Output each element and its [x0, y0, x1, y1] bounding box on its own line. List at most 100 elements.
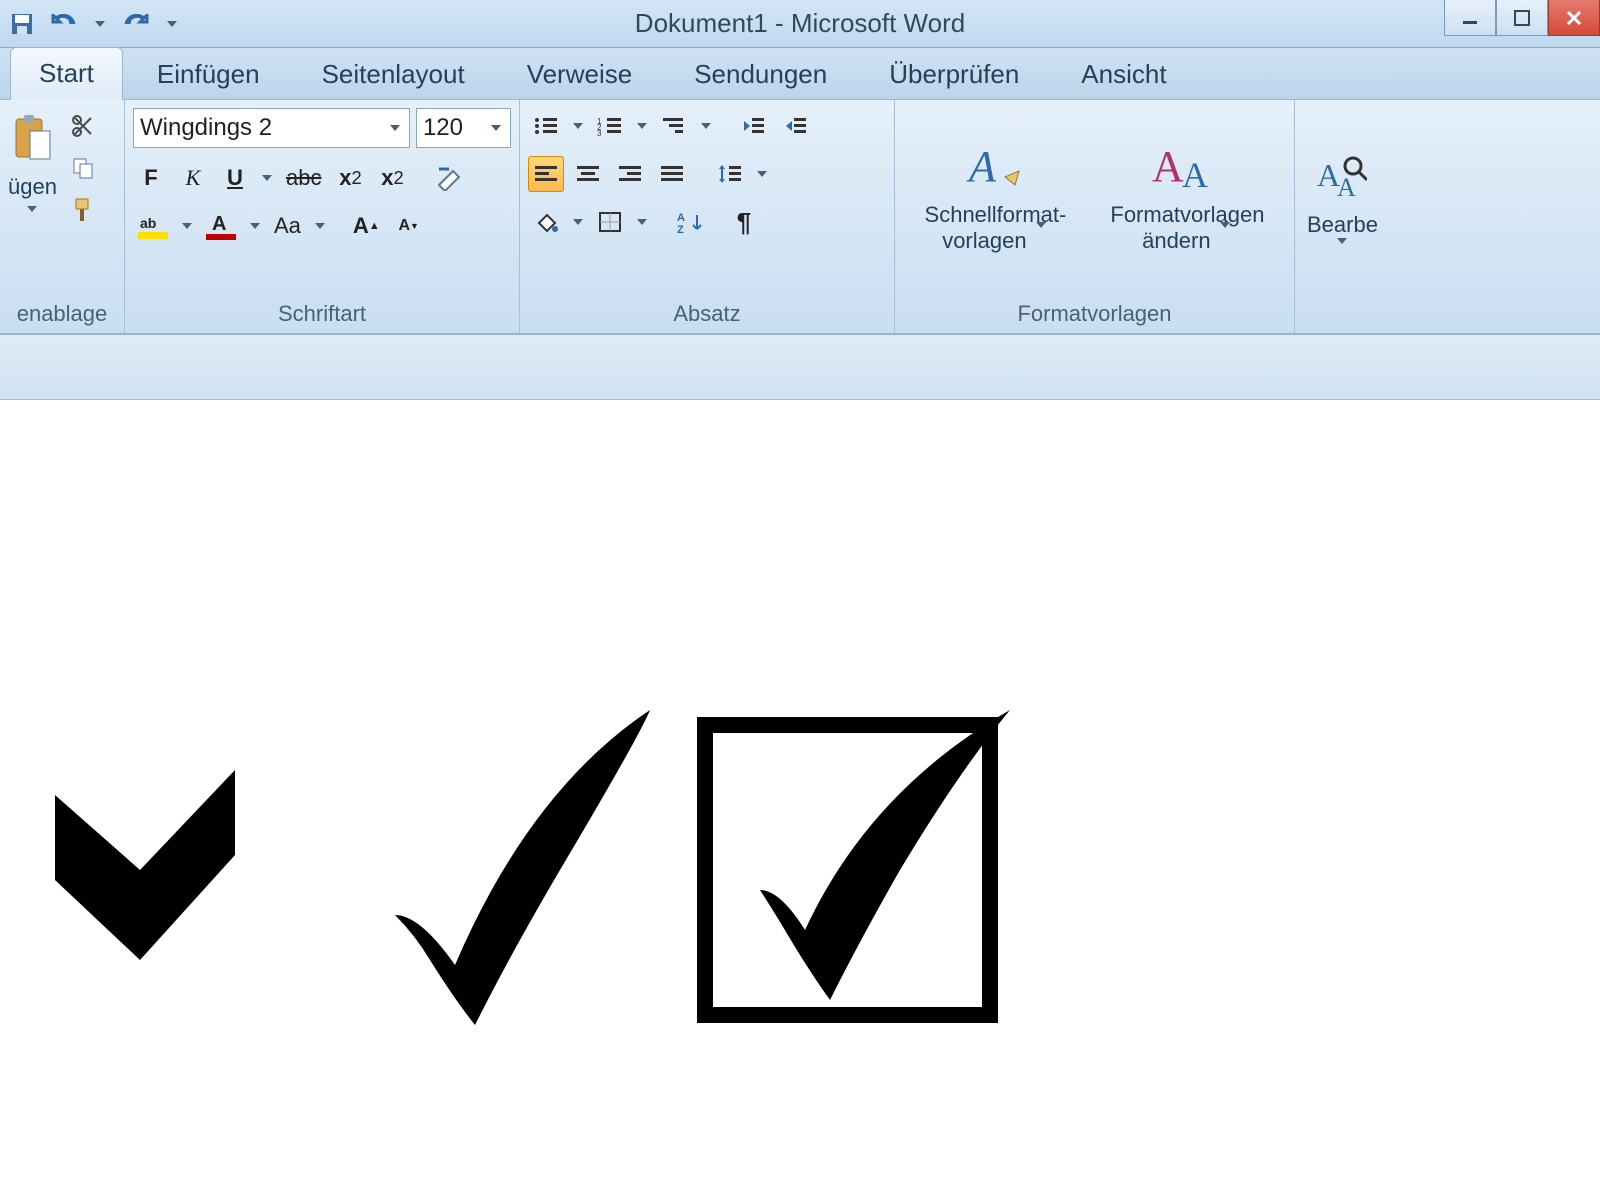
copy-icon — [71, 156, 95, 180]
maximize-icon — [1513, 9, 1531, 27]
change-styles-dropdown[interactable] — [1217, 228, 1233, 254]
minimize-icon — [1461, 9, 1479, 27]
font-size-combo[interactable]: 120 — [416, 108, 511, 148]
font-color-button[interactable]: A — [201, 208, 241, 244]
decrease-indent-button[interactable] — [736, 108, 772, 144]
undo-button[interactable] — [50, 10, 78, 38]
increase-indent-button[interactable] — [778, 108, 814, 144]
justify-icon — [659, 164, 685, 184]
bold-button[interactable]: F — [133, 160, 169, 196]
align-right-button[interactable] — [612, 156, 648, 192]
tab-seitenlayout[interactable]: Seitenlayout — [294, 49, 493, 100]
highlight-dropdown[interactable] — [179, 223, 195, 229]
window-title: Dokument1 - Microsoft Word — [635, 8, 965, 39]
indent-icon — [784, 116, 808, 136]
change-case-button[interactable]: Aa — [269, 208, 306, 244]
multilevel-dropdown[interactable] — [698, 123, 714, 129]
strikethrough-button[interactable]: abc — [281, 160, 326, 196]
justify-button[interactable] — [654, 156, 690, 192]
group-paragraph: 123 — [520, 100, 895, 333]
scissors-icon — [71, 114, 95, 138]
sort-button[interactable]: AZ — [672, 204, 708, 240]
paste-button[interactable] — [8, 108, 56, 168]
borders-icon — [598, 211, 622, 233]
minimize-button[interactable] — [1444, 0, 1496, 36]
font-name-combo[interactable]: Wingdings 2 — [133, 108, 410, 148]
undo-dropdown[interactable] — [92, 21, 108, 27]
clear-formatting-button[interactable] — [430, 160, 468, 196]
edit-label: Bearbe — [1307, 212, 1378, 238]
shading-dropdown[interactable] — [570, 219, 586, 225]
grow-font-button[interactable]: A▲ — [348, 208, 385, 244]
paste-dropdown[interactable] — [24, 206, 40, 212]
shrink-font-button[interactable]: A▼ — [391, 208, 427, 244]
font-name-value: Wingdings 2 — [140, 114, 272, 142]
bullets-icon — [533, 116, 559, 136]
group-label-paragraph: Absatz — [528, 299, 886, 333]
close-button[interactable] — [1548, 0, 1600, 36]
glyph-heavy-check — [55, 770, 235, 960]
font-size-dropdown[interactable] — [488, 125, 504, 131]
change-case-dropdown[interactable] — [312, 223, 328, 229]
change-styles-button[interactable]: AA Formatvorlagen ändern — [1098, 108, 1276, 278]
tab-sendungen[interactable]: Sendungen — [666, 49, 855, 100]
underline-dropdown[interactable] — [259, 175, 275, 181]
tab-ueberpruefen[interactable]: Überprüfen — [861, 49, 1047, 100]
numbering-dropdown[interactable] — [634, 123, 650, 129]
group-label-font: Schriftart — [133, 299, 511, 333]
group-label-editing — [1303, 299, 1387, 333]
tab-einfuegen[interactable]: Einfügen — [129, 49, 288, 100]
highlight-color-button[interactable]: ab — [133, 208, 173, 244]
group-styles: A Schnellformat- vorlagen AA Formatvorla… — [895, 100, 1295, 333]
paste-icon — [12, 113, 52, 163]
copy-button[interactable] — [65, 150, 101, 186]
svg-text:A: A — [1337, 173, 1356, 202]
quick-styles-dropdown[interactable] — [1033, 228, 1049, 254]
tab-verweise[interactable]: Verweise — [499, 49, 661, 100]
bullet-list-button[interactable] — [528, 108, 564, 144]
glyph-thin-check — [395, 710, 650, 1025]
line-spacing-icon — [717, 163, 743, 185]
italic-button[interactable]: K — [175, 160, 211, 196]
svg-text:ab: ab — [140, 215, 156, 231]
font-color-dropdown[interactable] — [247, 223, 263, 229]
title-bar: Dokument1 - Microsoft Word — [0, 0, 1600, 48]
bullets-dropdown[interactable] — [570, 123, 586, 129]
maximize-button[interactable] — [1496, 0, 1548, 36]
show-marks-button[interactable]: ¶ — [726, 204, 762, 240]
tab-ansicht[interactable]: Ansicht — [1053, 49, 1194, 100]
cut-button[interactable] — [65, 108, 101, 144]
superscript-button[interactable]: x2 — [374, 160, 410, 196]
paint-bucket-icon — [533, 211, 559, 233]
ribbon-tabs: Start Einfügen Seitenlayout Verweise Sen… — [0, 48, 1600, 100]
svg-text:Z: Z — [677, 224, 684, 233]
window-controls — [1444, 0, 1600, 36]
document-page[interactable] — [0, 400, 1600, 1200]
underline-button[interactable]: U — [217, 160, 253, 196]
multilevel-list-button[interactable] — [656, 108, 692, 144]
font-name-dropdown[interactable] — [387, 125, 403, 131]
align-left-button[interactable] — [528, 156, 564, 192]
quick-styles-button[interactable]: A Schnellformat- vorlagen — [913, 108, 1079, 278]
quick-styles-icon: A — [965, 137, 1025, 197]
align-center-button[interactable] — [570, 156, 606, 192]
find-button[interactable]: AA Bearbe — [1303, 108, 1382, 278]
borders-dropdown[interactable] — [634, 219, 650, 225]
svg-text:A: A — [1182, 155, 1208, 195]
svg-text:A: A — [1152, 142, 1184, 191]
line-spacing-button[interactable] — [712, 156, 748, 192]
redo-button[interactable] — [122, 10, 150, 38]
save-button[interactable] — [8, 10, 36, 38]
svg-text:3: 3 — [597, 129, 602, 136]
borders-button[interactable] — [592, 204, 628, 240]
shading-button[interactable] — [528, 204, 564, 240]
line-spacing-dropdown[interactable] — [754, 171, 770, 177]
tab-start[interactable]: Start — [10, 47, 123, 100]
subscript-button[interactable]: x2 — [332, 160, 368, 196]
format-painter-button[interactable] — [65, 192, 101, 228]
numbered-list-button[interactable]: 123 — [592, 108, 628, 144]
numbering-icon: 123 — [597, 116, 623, 136]
undo-icon — [51, 14, 77, 34]
qat-customize-dropdown[interactable] — [164, 21, 180, 27]
edit-dropdown[interactable] — [1334, 238, 1350, 244]
